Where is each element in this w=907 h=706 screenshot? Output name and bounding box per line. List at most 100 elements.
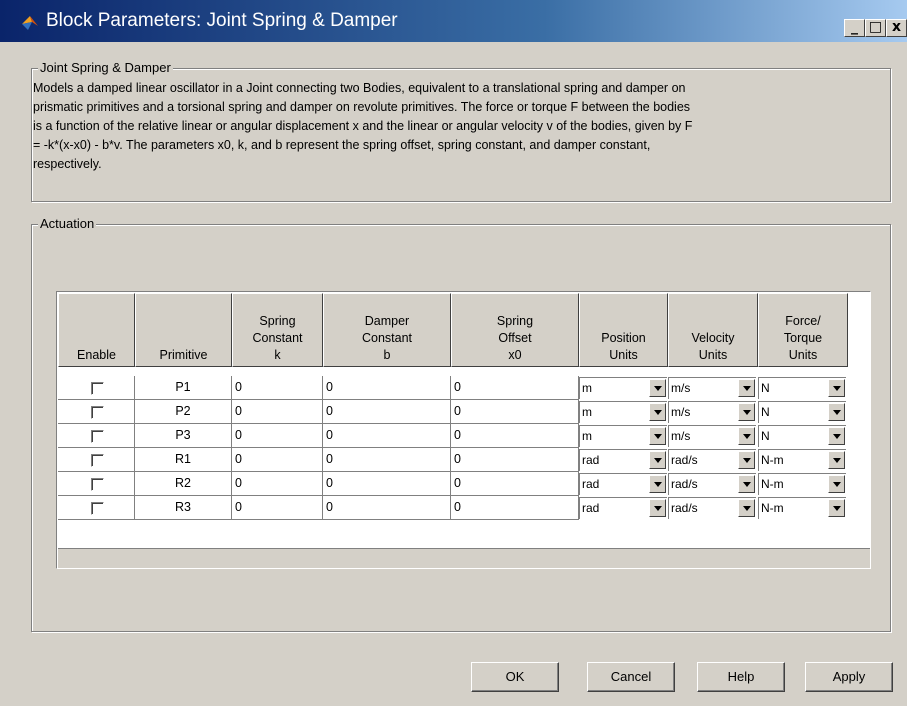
- spring-offset-input[interactable]: 0: [451, 400, 579, 424]
- dropdown-arrow-icon[interactable]: [738, 427, 755, 445]
- title-bar[interactable]: Block Parameters: Joint Spring & Damper …: [0, 0, 907, 42]
- enable-cell[interactable]: [58, 376, 135, 400]
- position-units-dropdown[interactable]: m: [579, 401, 667, 423]
- velocity-units-dropdown[interactable]: rad/s: [668, 497, 756, 519]
- spring-constant-input[interactable]: 0: [232, 376, 323, 400]
- description-line: = -k*(x-x0) - b*v. The parameters x0, k,…: [33, 138, 651, 152]
- force-units-dropdown[interactable]: N: [758, 425, 846, 447]
- enable-checkbox[interactable]: [91, 430, 104, 443]
- dropdown-arrow-icon[interactable]: [649, 499, 666, 517]
- dropdown-arrow-icon[interactable]: [828, 403, 845, 421]
- header-enable: Enable: [58, 293, 135, 367]
- description-legend: Joint Spring & Damper: [38, 60, 173, 75]
- dropdown-arrow-icon[interactable]: [649, 403, 666, 421]
- dropdown-arrow-icon[interactable]: [649, 379, 666, 397]
- table-row: R3 0 0 0 rad rad/s N-m: [58, 496, 848, 520]
- dropdown-value: m/s: [671, 381, 691, 395]
- dropdown-arrow-icon[interactable]: [828, 451, 845, 469]
- dropdown-arrow-icon[interactable]: [738, 379, 755, 397]
- force-units-dropdown[interactable]: N: [758, 401, 846, 423]
- dropdown-arrow-icon[interactable]: [738, 475, 755, 493]
- actuation-legend: Actuation: [38, 216, 97, 231]
- velocity-units-dropdown[interactable]: rad/s: [668, 473, 756, 495]
- enable-cell[interactable]: [58, 448, 135, 472]
- primitive-cell: P3: [135, 424, 232, 448]
- spring-constant-input[interactable]: 0: [232, 448, 323, 472]
- spring-constant-input[interactable]: 0: [232, 472, 323, 496]
- damper-constant-input[interactable]: 0: [323, 400, 451, 424]
- position-units-dropdown[interactable]: m: [579, 425, 667, 447]
- damper-constant-input[interactable]: 0: [323, 448, 451, 472]
- dropdown-value: N-m: [761, 477, 784, 491]
- spring-constant-input[interactable]: 0: [232, 400, 323, 424]
- table-row: R1 0 0 0 rad rad/s N-m: [58, 448, 848, 472]
- header-position-units: Position Units: [579, 293, 668, 367]
- force-units-dropdown[interactable]: N-m: [758, 449, 846, 471]
- spring-offset-input[interactable]: 0: [451, 376, 579, 400]
- dropdown-arrow-icon[interactable]: [828, 427, 845, 445]
- help-button[interactable]: Help: [697, 662, 785, 692]
- spring-offset-input[interactable]: 0: [451, 496, 579, 520]
- damper-constant-input[interactable]: 0: [323, 424, 451, 448]
- dropdown-value: N-m: [761, 453, 784, 467]
- dropdown-value: N: [761, 405, 770, 419]
- spring-offset-input[interactable]: 0: [451, 424, 579, 448]
- ok-button[interactable]: OK: [471, 662, 559, 692]
- dropdown-value: rad/s: [671, 477, 698, 491]
- enable-checkbox[interactable]: [91, 502, 104, 515]
- dropdown-value: m: [582, 381, 592, 395]
- dropdown-arrow-icon[interactable]: [828, 475, 845, 493]
- spring-offset-input[interactable]: 0: [451, 472, 579, 496]
- enable-checkbox[interactable]: [91, 382, 104, 395]
- force-units-dropdown[interactable]: N-m: [758, 497, 846, 519]
- minimize-button[interactable]: _: [844, 19, 865, 37]
- damper-constant-input[interactable]: 0: [323, 496, 451, 520]
- dropdown-arrow-icon[interactable]: [738, 499, 755, 517]
- dropdown-value: N: [761, 381, 770, 395]
- description-line: is a function of the relative linear or …: [33, 119, 693, 133]
- dropdown-value: m: [582, 429, 592, 443]
- damper-constant-input[interactable]: 0: [323, 472, 451, 496]
- maximize-button[interactable]: □: [865, 19, 886, 37]
- apply-button[interactable]: Apply: [805, 662, 893, 692]
- enable-cell[interactable]: [58, 472, 135, 496]
- velocity-units-dropdown[interactable]: rad/s: [668, 449, 756, 471]
- primitive-cell: R1: [135, 448, 232, 472]
- dropdown-value: m/s: [671, 405, 691, 419]
- position-units-dropdown[interactable]: rad: [579, 449, 667, 471]
- enable-cell[interactable]: [58, 496, 135, 520]
- force-units-dropdown[interactable]: N: [758, 377, 846, 399]
- position-units-dropdown[interactable]: m: [579, 377, 667, 399]
- position-units-dropdown[interactable]: rad: [579, 497, 667, 519]
- velocity-units-dropdown[interactable]: m/s: [668, 401, 756, 423]
- dropdown-arrow-icon[interactable]: [649, 451, 666, 469]
- spring-constant-input[interactable]: 0: [232, 496, 323, 520]
- dropdown-arrow-icon[interactable]: [649, 427, 666, 445]
- position-units-dropdown[interactable]: rad: [579, 473, 667, 495]
- table-row: P2 0 0 0 m m/s N: [58, 400, 848, 424]
- description-line: respectively.: [33, 157, 102, 171]
- dropdown-arrow-icon[interactable]: [828, 499, 845, 517]
- dropdown-arrow-icon[interactable]: [738, 403, 755, 421]
- dropdown-value: N-m: [761, 501, 784, 515]
- dropdown-arrow-icon[interactable]: [738, 451, 755, 469]
- cancel-button[interactable]: Cancel: [587, 662, 675, 692]
- enable-checkbox[interactable]: [91, 478, 104, 491]
- header-velocity-units: Velocity Units: [668, 293, 758, 367]
- header-spring-constant: Spring Constant k: [232, 293, 323, 367]
- enable-cell[interactable]: [58, 424, 135, 448]
- enable-checkbox[interactable]: [91, 406, 104, 419]
- dropdown-arrow-icon[interactable]: [828, 379, 845, 397]
- dropdown-arrow-icon[interactable]: [649, 475, 666, 493]
- enable-checkbox[interactable]: [91, 454, 104, 467]
- damper-constant-input[interactable]: 0: [323, 376, 451, 400]
- velocity-units-dropdown[interactable]: m/s: [668, 425, 756, 447]
- spring-constant-input[interactable]: 0: [232, 424, 323, 448]
- dropdown-value: rad: [582, 477, 600, 491]
- enable-cell[interactable]: [58, 400, 135, 424]
- close-button[interactable]: x: [886, 19, 907, 37]
- primitive-cell: R2: [135, 472, 232, 496]
- spring-offset-input[interactable]: 0: [451, 448, 579, 472]
- velocity-units-dropdown[interactable]: m/s: [668, 377, 756, 399]
- force-units-dropdown[interactable]: N-m: [758, 473, 846, 495]
